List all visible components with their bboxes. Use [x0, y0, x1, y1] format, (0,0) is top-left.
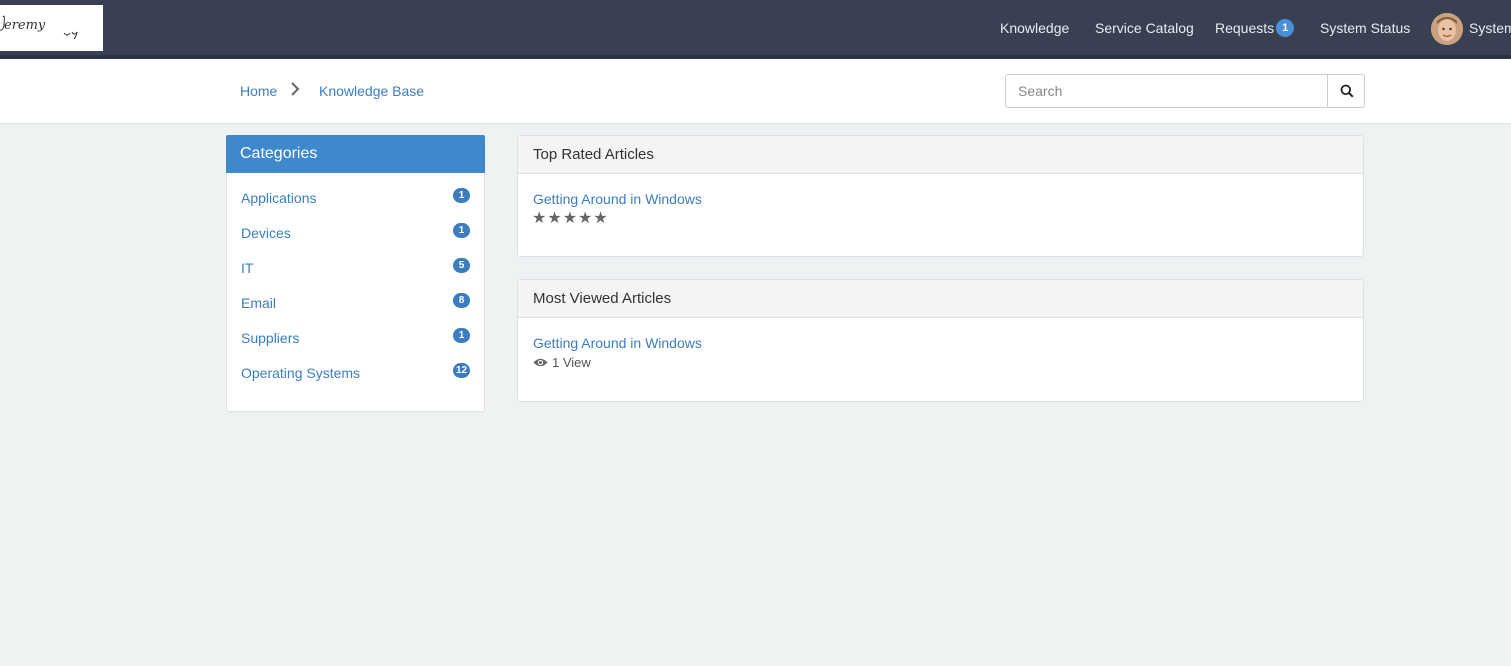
category-item-email[interactable]: Email 8	[227, 278, 484, 313]
categories-title: Categories	[226, 135, 485, 173]
most-viewed-title: Most Viewed Articles	[518, 280, 1363, 318]
category-count-badge: 1	[453, 188, 470, 203]
category-item-it[interactable]: IT 5	[227, 243, 484, 278]
view-count-label: 1 View	[552, 355, 591, 370]
svg-text:eremy: eremy	[4, 18, 46, 33]
star-rating-icon: ★★★★★	[532, 210, 609, 227]
most-viewed-panel: Most Viewed Articles Getting Around in W…	[517, 279, 1364, 402]
category-label: Applications	[241, 190, 317, 206]
search-box	[1005, 74, 1365, 108]
category-item-operating-systems[interactable]: Operating Systems 12	[227, 348, 484, 383]
category-label: Operating Systems	[241, 365, 361, 381]
category-item-devices[interactable]: Devices 1	[227, 208, 484, 243]
categories-panel: Categories Applications 1 Devices 1 IT 5…	[226, 135, 485, 412]
breadcrumb-knowledge-base[interactable]: Knowledge Base	[319, 83, 424, 99]
category-label: Suppliers	[241, 330, 300, 346]
category-label: Email	[241, 295, 277, 311]
category-item-suppliers[interactable]: Suppliers 1	[227, 313, 484, 348]
category-item-applications[interactable]: Applications 1	[227, 173, 484, 208]
top-rated-title: Top Rated Articles	[518, 136, 1363, 174]
category-count-badge: 1	[453, 328, 470, 343]
category-count-badge: 1	[453, 223, 470, 238]
category-count-badge: 8	[453, 293, 470, 308]
eye-icon	[533, 358, 548, 367]
category-label: IT	[241, 260, 254, 276]
most-viewed-article-link[interactable]: Getting Around in Windows	[533, 335, 702, 351]
nav-requests[interactable]: Requests 1	[1215, 19, 1295, 38]
category-count-badge: 5	[453, 258, 470, 273]
nav-user-menu[interactable]: System	[1469, 20, 1511, 36]
top-rated-article-link[interactable]: Getting Around in Windows	[533, 191, 702, 207]
category-count-badge: 12	[453, 363, 470, 378]
breadcrumb-home[interactable]: Home	[240, 83, 277, 99]
top-navbar: eremy Knowledge Service Catalog Requests…	[0, 0, 1511, 59]
chevron-right-icon	[290, 81, 300, 102]
search-input[interactable]	[1006, 75, 1326, 107]
nav-requests-label: Requests	[1215, 20, 1275, 36]
view-count: 1 View	[533, 355, 591, 370]
category-label: Devices	[241, 225, 291, 241]
requests-count-badge: 1	[1276, 19, 1295, 38]
nav-system-status[interactable]: System Status	[1320, 20, 1410, 36]
nav-knowledge[interactable]: Knowledge	[1000, 20, 1069, 36]
search-button[interactable]	[1327, 75, 1365, 107]
breadcrumb: Home Knowledge Base	[0, 59, 1511, 124]
user-avatar-icon	[1431, 13, 1463, 45]
logo[interactable]: eremy	[0, 5, 103, 51]
search-icon	[1340, 84, 1354, 98]
avatar[interactable]	[1431, 13, 1463, 45]
logo-signature: eremy	[0, 15, 78, 40]
top-rated-panel: Top Rated Articles Getting Around in Win…	[517, 135, 1364, 257]
nav-service-catalog[interactable]: Service Catalog	[1095, 20, 1194, 36]
